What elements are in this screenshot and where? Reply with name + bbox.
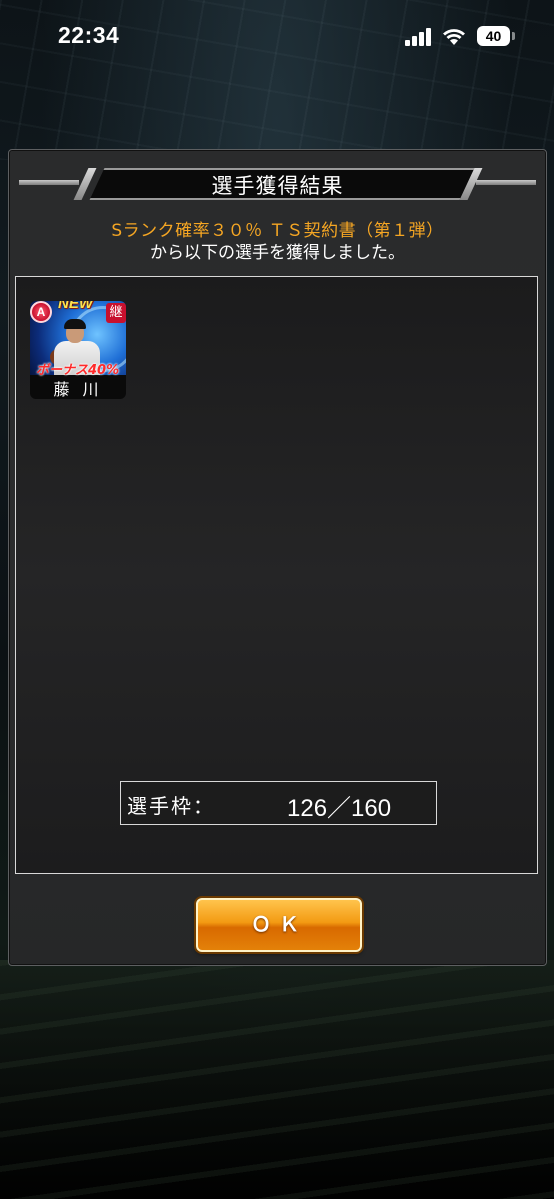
rank-badge: A [30,301,52,323]
ok-button[interactable]: ＯＫ [196,898,362,952]
acquired-players-panel: A NEW 継 ボーナス40% 藤 川 選手枠： 126／160 [15,276,538,874]
acquisition-result-dialog: 選手獲得結果 Sランク確率３０％ ＴＳ契約書（第１弾） から以下の選手を獲得しま… [8,149,547,966]
wifi-icon [443,29,465,45]
inherit-badge: 継 [106,303,126,323]
roster-label: 選手枠： [127,794,215,818]
battery-icon: 40 [477,26,510,46]
roster-capacity-box: 選手枠： 126／160 [120,781,437,825]
cellular-signal-icon [405,28,433,46]
player-card[interactable]: A NEW 継 ボーナス40% 藤 川 [30,301,126,399]
battery-tip [512,32,515,40]
stadium-field-background [0,960,554,1199]
page-title: 選手獲得結果 [211,174,344,198]
title-bar: 選手獲得結果 [9,168,546,200]
result-message: から以下の選手を獲得しました。 [150,243,405,263]
status-time: 22:34 [58,22,120,48]
status-bar: 22:34 40 [0,0,554,76]
player-name: 藤 川 [53,380,103,399]
player-cap [64,319,86,329]
roster-count: 126／160 [287,795,392,822]
new-label: NEW [58,301,93,312]
